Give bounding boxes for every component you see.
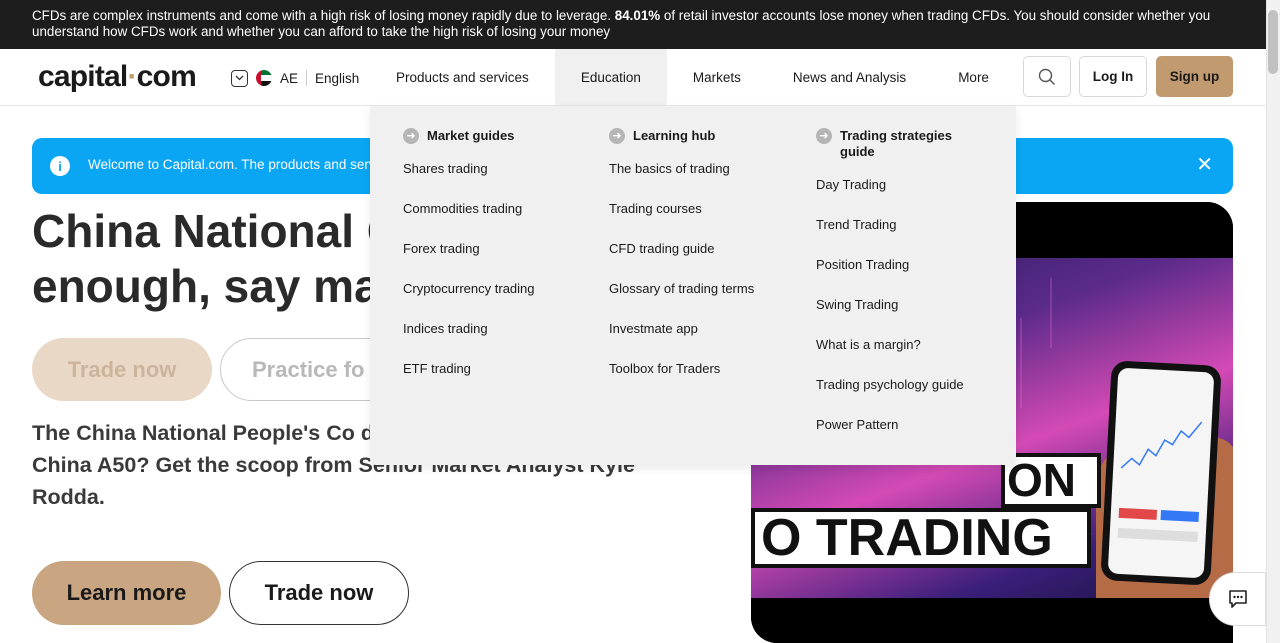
menu-link-indices-trading[interactable]: Indices trading	[403, 321, 583, 361]
ghost-trade-now-button[interactable]: Trade now	[32, 338, 212, 401]
chevron-down-icon[interactable]	[231, 69, 248, 87]
column-title: Learning hub	[633, 128, 716, 143]
trade-now-button[interactable]: Trade now	[229, 561, 409, 625]
menu-link-forex-trading[interactable]: Forex trading	[403, 241, 583, 281]
menu-link-investmate-app[interactable]: Investmate app	[609, 321, 789, 361]
logo-left: capital	[38, 60, 128, 93]
language-label[interactable]: English	[315, 71, 359, 86]
risk-text-before: CFDs are complex instruments and come wi…	[32, 8, 615, 23]
capital-com-logo[interactable]: capital·com	[38, 60, 197, 94]
menu-link-toolbox-for-traders[interactable]: Toolbox for Traders	[609, 361, 789, 401]
main-nav: Products and services Education Markets …	[370, 49, 1015, 105]
logo-dot: ·	[127, 60, 137, 93]
nav-products-and-services[interactable]: Products and services	[370, 49, 555, 105]
region-language-selector[interactable]: AE English	[231, 68, 359, 88]
search-button[interactable]	[1023, 56, 1071, 97]
phone-image	[1100, 360, 1222, 586]
menu-link-what-is-margin[interactable]: What is a margin?	[816, 337, 986, 377]
scrollbar-thumb[interactable]	[1268, 10, 1278, 74]
column-title: Trading strategies guide	[840, 128, 952, 159]
image-text-big: O TRADING	[751, 508, 1091, 568]
learning-hub-heading[interactable]: ➜ Learning hub	[609, 128, 789, 144]
risk-warning-banner: CFDs are complex instruments and come wi…	[0, 0, 1266, 49]
arrow-right-icon: ➜	[403, 128, 419, 144]
menu-link-commodities-trading[interactable]: Commodities trading	[403, 201, 583, 241]
risk-percent: 84.01%	[614, 8, 661, 23]
chat-icon	[1228, 590, 1247, 608]
site-header: capital·com AE English Products and serv…	[0, 49, 1266, 106]
image-bottom-bar	[751, 598, 1233, 643]
market-guides-column: ➜ Market guides Shares trading Commoditi…	[403, 128, 583, 401]
menu-link-day-trading[interactable]: Day Trading	[816, 177, 986, 217]
learning-hub-column: ➜ Learning hub The basics of trading Tra…	[609, 128, 789, 401]
region-code: AE	[280, 70, 299, 86]
menu-link-cryptocurrency-trading[interactable]: Cryptocurrency trading	[403, 281, 583, 321]
menu-link-power-pattern[interactable]: Power Pattern	[816, 417, 986, 457]
logo-right: com	[136, 60, 197, 93]
phone-chart	[1107, 367, 1215, 579]
column-title: Market guides	[427, 128, 515, 143]
signup-button[interactable]: Sign up	[1156, 56, 1233, 97]
uae-flag-icon	[256, 70, 272, 86]
menu-link-shares-trading[interactable]: Shares trading	[403, 161, 583, 201]
arrow-right-icon: ➜	[816, 128, 832, 144]
nav-education[interactable]: Education	[554, 49, 667, 105]
nav-more[interactable]: More	[932, 49, 1015, 105]
menu-link-trading-courses[interactable]: Trading courses	[609, 201, 789, 241]
arrow-right-icon: ➜	[609, 128, 625, 144]
learn-more-button[interactable]: Learn more	[32, 561, 221, 625]
menu-link-etf-trading[interactable]: ETF trading	[403, 361, 583, 401]
close-icon[interactable]: ✕	[1196, 155, 1213, 175]
trading-strategies-column: ➜ Trading strategies guide Day Trading T…	[816, 128, 986, 457]
menu-link-trend-trading[interactable]: Trend Trading	[816, 217, 986, 257]
page-scrollbar[interactable]	[1266, 0, 1280, 643]
login-button[interactable]: Log In	[1079, 56, 1147, 97]
image-text-small: ON	[1001, 453, 1101, 508]
menu-link-glossary[interactable]: Glossary of trading terms	[609, 281, 789, 321]
menu-link-basics-of-trading[interactable]: The basics of trading	[609, 161, 789, 201]
market-guides-heading[interactable]: ➜ Market guides	[403, 128, 583, 144]
education-dropdown-menu: ➜ Market guides Shares trading Commoditi…	[370, 106, 1016, 465]
nav-markets[interactable]: Markets	[667, 49, 767, 105]
menu-link-swing-trading[interactable]: Swing Trading	[816, 297, 986, 337]
menu-link-cfd-trading-guide[interactable]: CFD trading guide	[609, 241, 789, 281]
trading-strategies-heading[interactable]: ➜ Trading strategies guide	[816, 128, 986, 160]
menu-link-trading-psychology[interactable]: Trading psychology guide	[816, 377, 986, 417]
region-divider	[306, 70, 308, 86]
menu-link-position-trading[interactable]: Position Trading	[816, 257, 986, 297]
info-icon: i	[50, 156, 70, 176]
chat-button[interactable]	[1209, 572, 1266, 626]
search-icon	[1038, 68, 1055, 85]
welcome-message: Welcome to Capital.com. The products and…	[88, 157, 376, 172]
nav-news-and-analysis[interactable]: News and Analysis	[767, 49, 932, 105]
